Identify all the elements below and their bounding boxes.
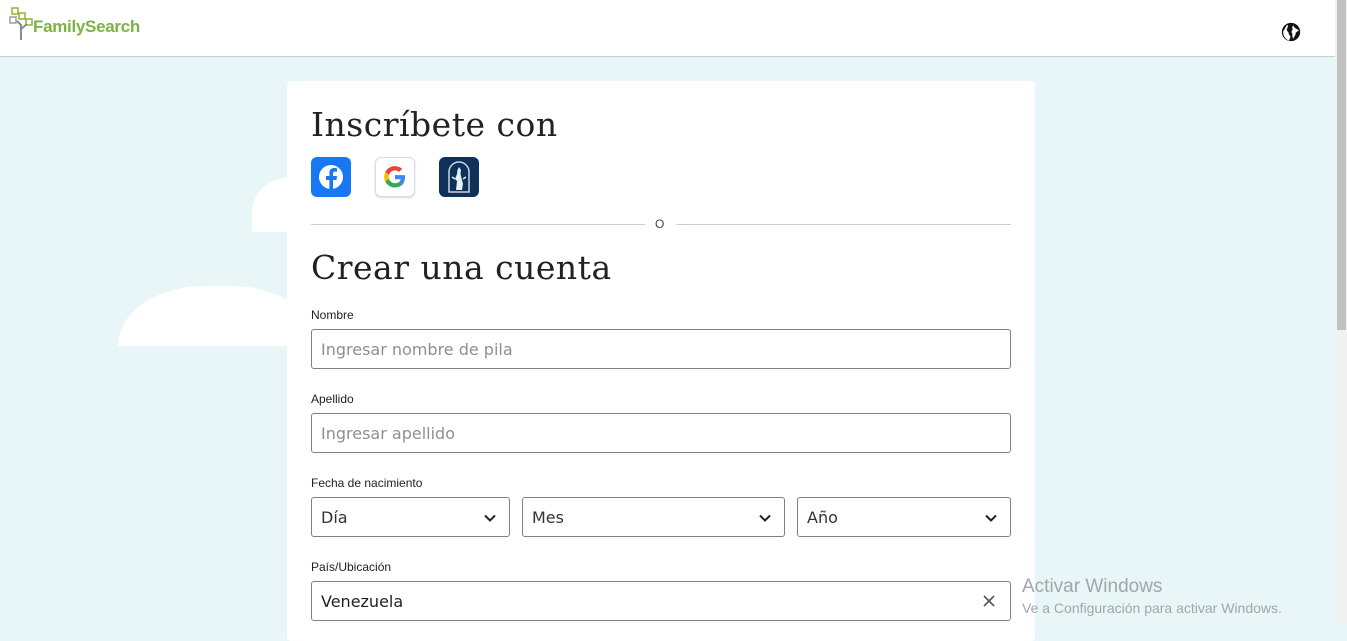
windows-activation-watermark: Activar Windows Ve a Configuración para … — [1022, 576, 1282, 616]
divider-line — [311, 224, 645, 225]
country-value: Venezuela — [321, 591, 404, 611]
birth-year-select[interactable]: Año — [797, 497, 1011, 537]
globe-icon[interactable] — [1280, 21, 1302, 43]
country-label: País/Ubicación — [311, 560, 392, 574]
country-input[interactable]: Venezuela — [311, 581, 1011, 621]
birth-month-select[interactable]: Mes — [522, 497, 785, 537]
signin-with-title: Inscríbete con — [311, 105, 558, 144]
brand-name: FamilySearch — [33, 17, 140, 36]
signup-card: Inscríbete con O Crear una cuenta Nombre… — [287, 81, 1035, 641]
clear-icon[interactable] — [982, 594, 996, 608]
church-account-signin-button[interactable] — [439, 157, 479, 197]
vertical-scrollbar[interactable] — [1335, 0, 1347, 623]
scrollbar-thumb[interactable] — [1337, 0, 1346, 330]
google-icon — [384, 166, 405, 188]
last-name-placeholder: Ingresar apellido — [321, 423, 455, 443]
divider-or-text: O — [655, 217, 665, 231]
birth-day-value: Día — [321, 507, 348, 527]
birth-date-label: Fecha de nacimiento — [311, 476, 423, 490]
first-name-placeholder: Ingresar nombre de pila — [321, 339, 513, 359]
last-name-input[interactable]: Ingresar apellido — [311, 413, 1011, 453]
chevron-down-icon — [759, 514, 771, 522]
church-icon — [448, 161, 470, 193]
chevron-down-icon — [484, 514, 496, 522]
familysearch-logo[interactable]: FamilySearch — [9, 7, 140, 41]
facebook-signin-button[interactable] — [311, 157, 351, 197]
first-name-input[interactable]: Ingresar nombre de pila — [311, 329, 1011, 369]
chevron-down-icon — [985, 514, 997, 522]
last-name-label: Apellido — [311, 392, 354, 406]
create-account-title: Crear una cuenta — [311, 248, 612, 287]
google-signin-button[interactable] — [375, 157, 415, 197]
facebook-icon — [319, 165, 343, 190]
first-name-label: Nombre — [311, 308, 354, 322]
birth-month-value: Mes — [532, 507, 564, 527]
watermark-title: Activar Windows — [1022, 576, 1163, 597]
birth-day-select[interactable]: Día — [311, 497, 510, 537]
top-header: FamilySearch — [0, 0, 1335, 57]
watermark-subtitle: Ve a Configuración para activar Windows. — [1022, 600, 1282, 616]
birth-year-value: Año — [807, 507, 838, 527]
divider-line — [676, 224, 1011, 225]
tree-logo-icon — [9, 7, 35, 41]
